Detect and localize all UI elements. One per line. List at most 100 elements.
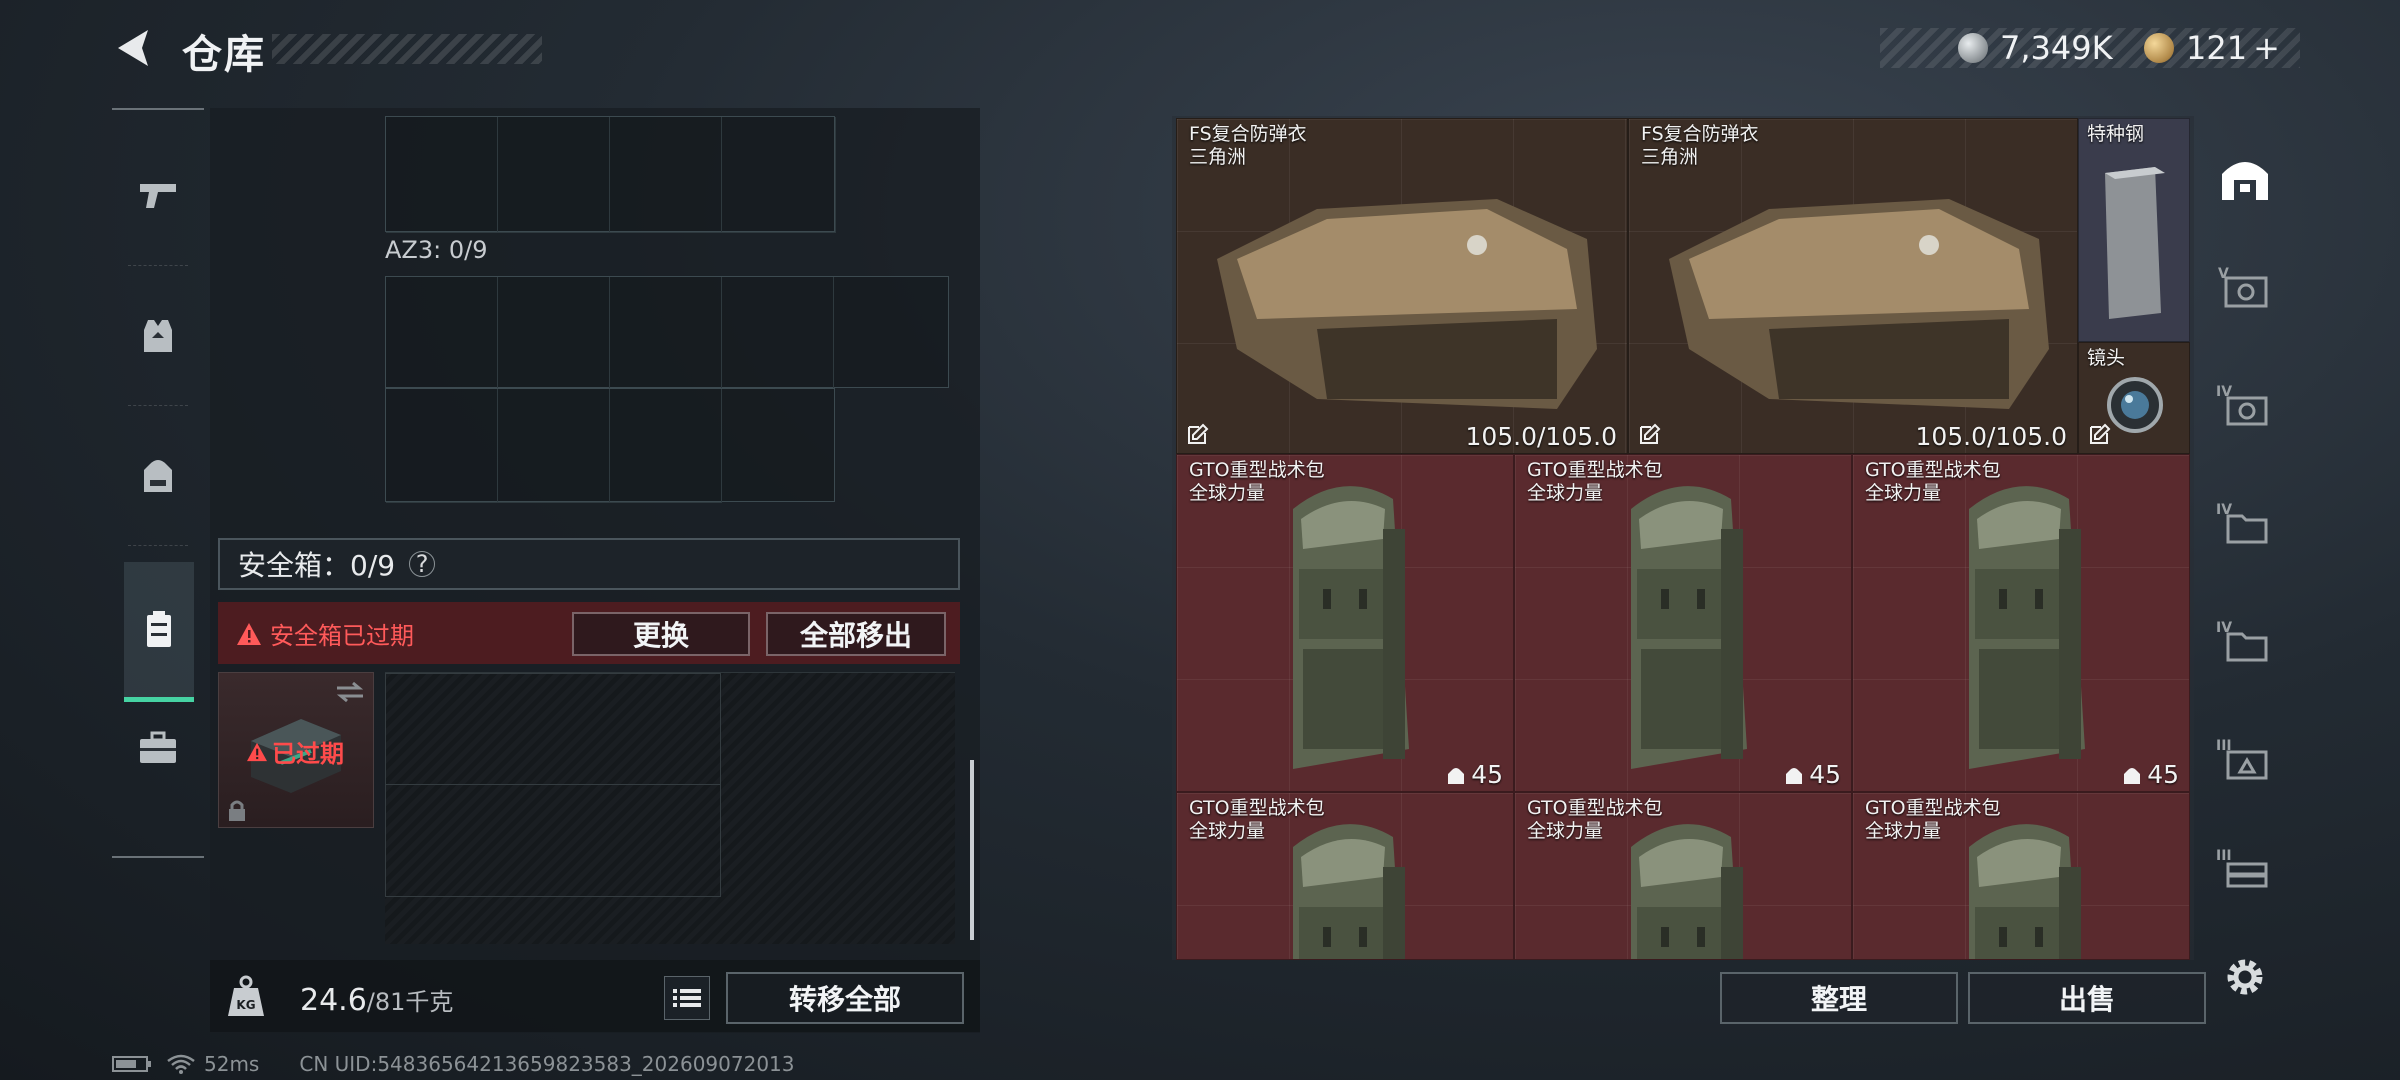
safe-slot-expired-label: 已过期 (246, 734, 344, 769)
item-name: FS复合防弹衣 (1189, 123, 1307, 145)
item-tile[interactable]: GTO重型战术包 全球力量 45 (1852, 454, 2190, 792)
armor-vest-icon (144, 320, 172, 352)
page-title: 仓库 (182, 32, 266, 78)
az3-row-2[interactable] (385, 388, 835, 503)
item-name: 特种钢 (2087, 123, 2145, 145)
armor-vest-item-icon (1217, 199, 1597, 409)
silver-amount: 7,349K (2000, 29, 2113, 67)
back-arrow-icon[interactable] (112, 26, 154, 70)
home-storage-icon (2222, 162, 2268, 200)
armor-vest-item-icon (1669, 199, 2049, 409)
steel-ingot-icon (2105, 167, 2165, 319)
briefcase-icon (140, 731, 176, 763)
item-tile[interactable]: GTO重型战术包 全球力量 45 (1176, 454, 1514, 792)
bag-capacity: 45 (1471, 760, 1503, 789)
tactical-bag-icon (1631, 486, 1747, 769)
item-tile[interactable]: GTO重型战术包 全球力量 (1176, 792, 1514, 960)
storage-v-icon: V (2218, 266, 2268, 308)
add-currency-button[interactable]: + (2253, 29, 2280, 67)
storage-tab-iii-a[interactable]: III (2212, 716, 2278, 806)
nav-armor[interactable] (112, 266, 204, 406)
item-tile[interactable]: FS复合防弹衣 三角洲 105.0/105.0 (1176, 118, 1628, 454)
item-name: GTO重型战术包 (1189, 797, 1325, 819)
safe-box-grid[interactable] (385, 672, 955, 944)
item-tile[interactable]: 特种钢 (2078, 118, 2190, 342)
nav-weapons[interactable] (112, 126, 204, 266)
backpack-icon (144, 460, 172, 492)
capacity-badge: 45 (1447, 760, 1503, 789)
capacity-badge: 45 (1785, 760, 1841, 789)
gear-icon[interactable] (2222, 954, 2268, 1000)
weight-current: 24.6 (300, 983, 367, 1018)
replace-button[interactable]: 更换 (572, 612, 750, 656)
sell-button[interactable]: 出售 (1968, 972, 2206, 1024)
weight-capacity: /81千克 (366, 988, 454, 1016)
durability: 105.0/105.0 (1915, 422, 2067, 451)
storage-iii-icon: III (2216, 738, 2268, 780)
nav-case[interactable] (112, 678, 204, 818)
backpack-small-icon (2124, 767, 2141, 784)
storage-tab-home[interactable] (2212, 132, 2278, 222)
list-view-button[interactable] (664, 976, 710, 1020)
expired-warning-text: 安全箱已过期 (270, 622, 414, 650)
item-tile[interactable]: 镜头 (2078, 342, 2190, 454)
storage-tab-iii-b[interactable]: III (2212, 826, 2278, 916)
item-tile[interactable]: GTO重型战术包 全球力量 (1514, 792, 1852, 960)
durability: 105.0/105.0 (1465, 422, 1617, 451)
gold-currency[interactable]: 121 + (2144, 26, 2280, 70)
item-tile[interactable]: FS复合防弹衣 三角洲 105.0/105.0 (1628, 118, 2078, 454)
item-name: GTO重型战术包 (1527, 797, 1663, 819)
safe-box-header: 安全箱：0/9 ? (218, 538, 960, 590)
silver-coin-icon (1958, 33, 1988, 63)
lock-icon (229, 800, 245, 821)
status-row: 52ms CN UID:548365642136598235​83_202609… (112, 1052, 795, 1076)
title-stripe (272, 34, 542, 64)
az3-capacity-label: AZ3: 0/9 (385, 236, 488, 264)
bag-capacity: 45 (1809, 760, 1841, 789)
transfer-all-button[interactable]: 转移全部 (726, 972, 964, 1024)
tactical-bag-icon (1969, 486, 2085, 769)
warning-icon (237, 622, 261, 645)
storage-tab-nav: V IV IV IV III III (2202, 116, 2288, 962)
az3-row-1[interactable] (385, 276, 949, 389)
az3-grid (385, 276, 949, 503)
capacity-badge: 45 (2123, 760, 2179, 789)
item-name: FS复合防弹衣 (1641, 123, 1759, 145)
storage-iv-b-icon: IV (2216, 502, 2268, 544)
storage-tab-iv-b[interactable]: IV (2212, 480, 2278, 570)
gold-coin-icon (2144, 33, 2174, 63)
list-icon (673, 989, 701, 1007)
rig-grid-top (385, 116, 836, 233)
item-sub: 全球力量 (1189, 482, 1266, 504)
move-all-out-button[interactable]: 全部移出 (766, 612, 946, 656)
storage-tab-iv-c[interactable]: IV (2212, 598, 2278, 688)
unlocked-icon (1640, 423, 1661, 444)
storage-iv-icon: IV (2216, 384, 2268, 426)
left-category-nav (112, 108, 204, 858)
help-button[interactable]: ? (409, 550, 436, 578)
lens-icon (2107, 377, 2163, 433)
item-sub: 全球力量 (1527, 482, 1604, 504)
gold-amount: 121 (2186, 29, 2248, 67)
item-tile[interactable]: GTO重型战术包 全球力量 45 (1514, 454, 1852, 792)
unlocked-icon (1188, 423, 1209, 444)
backpack-small-icon (1786, 767, 1803, 784)
storage-tab-v[interactable]: V (2212, 244, 2278, 334)
storage-iii-b-icon: III (2216, 848, 2268, 888)
nav-backpack[interactable] (112, 406, 204, 546)
item-sub: 全球力量 (1865, 482, 1942, 504)
warning-icon (247, 742, 267, 761)
backpack-small-icon (1448, 767, 1465, 784)
sort-button[interactable]: 整理 (1720, 972, 1958, 1024)
swap-icon[interactable] (335, 681, 365, 703)
item-sub: 全球力量 (1189, 820, 1266, 842)
tactical-bag-icon (1293, 486, 1409, 769)
left-scrollbar[interactable] (970, 760, 974, 940)
weight-icon: KG (228, 975, 264, 1016)
item-tile[interactable]: GTO重型战术包 全球力量 (1852, 792, 2190, 960)
item-name: GTO重型战术包 (1189, 459, 1325, 481)
pistol-icon (140, 184, 176, 208)
storage-tab-iv-a[interactable]: IV (2212, 362, 2278, 452)
item-name: 镜头 (2087, 347, 2126, 369)
uid-text: CN UID:548365642136598235​83_20260907201… (299, 1052, 795, 1076)
